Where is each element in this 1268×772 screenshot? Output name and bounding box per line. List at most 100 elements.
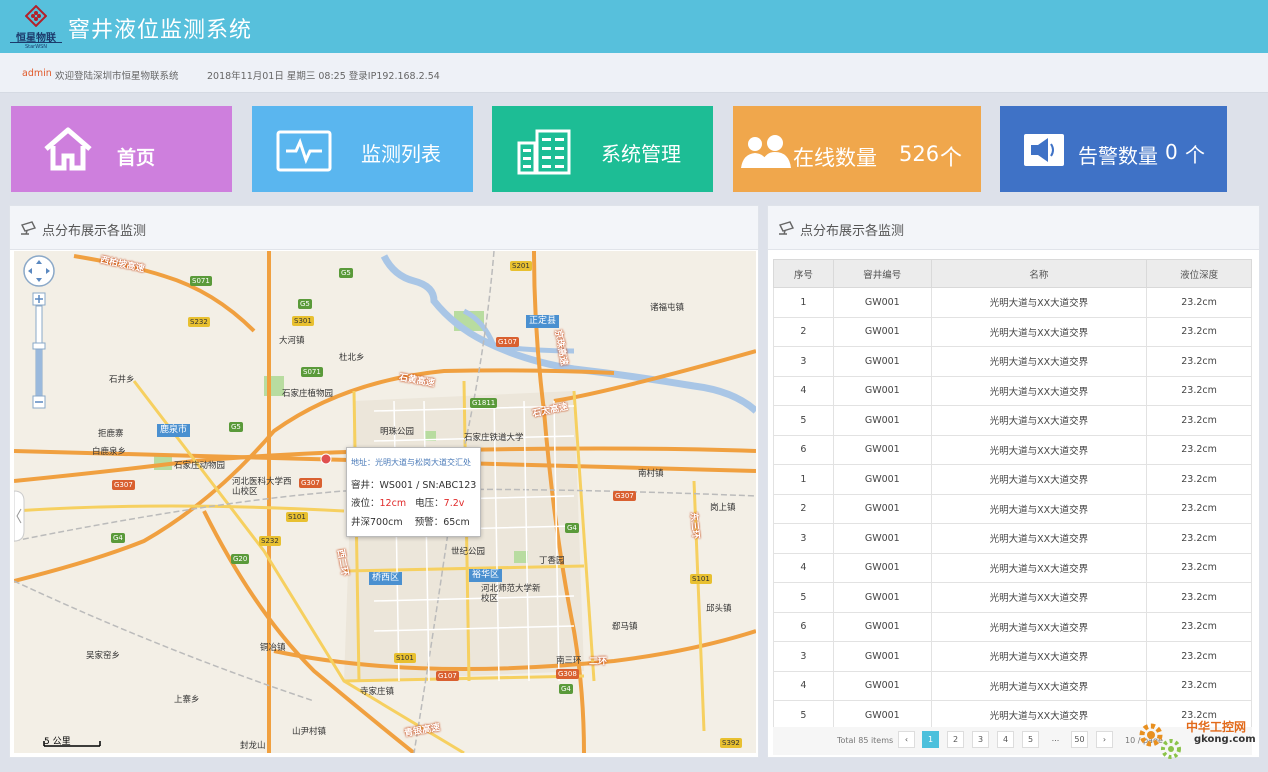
tile-online-count[interactable]: 在线数量 526 个 [733, 106, 981, 192]
road-shield: S301 [292, 316, 314, 326]
list-panel: 点分布展示各监测 序号 窨井编号 名称 液位深度 1 GW001 光明大道与XX大道… [767, 205, 1260, 758]
table-row[interactable]: 4 GW001 光明大道与XX大道交界 23.2cm [773, 375, 1252, 406]
app-header: 恒星物联 StarWSN 窨井液位监测系统 [0, 0, 1268, 53]
tile-monitor-list[interactable]: 监测列表 [252, 106, 473, 192]
road-shield: G107 [436, 671, 459, 681]
district-label: 正定县 [526, 315, 560, 328]
pagination-page-4[interactable]: 4 [997, 731, 1014, 748]
cell-index: 6 [773, 434, 834, 465]
table-row[interactable]: 3 GW001 光明大道与XX大道交界 23.2cm [773, 523, 1252, 554]
cell-name: 光明大道与XX大道交界 [930, 670, 1148, 701]
map-label: 石家庄植物园 [282, 389, 334, 399]
cell-level-depth: 23.2cm [1146, 582, 1252, 613]
cell-level-depth: 23.2cm [1146, 375, 1252, 406]
col-manhole-id[interactable]: 窨井编号 [832, 259, 932, 288]
pagination-page-2[interactable]: 2 [947, 731, 964, 748]
username[interactable]: admin [22, 68, 52, 79]
map-panel-title: 点分布展示各监测 [42, 224, 147, 239]
map-view[interactable]: 西柏坡高速 大河镇 杜北乡 石井乡 石家庄植物园 明珠公园 石家庄铁道大学 拒鹿… [14, 251, 756, 753]
tile-alarm-count[interactable]: 告警数量 0 个 [1000, 106, 1227, 192]
pagination-page-3[interactable]: 3 [972, 731, 989, 748]
road-label: 东三环 [687, 511, 701, 540]
pagination-page-5[interactable]: 5 [1022, 731, 1039, 748]
tile-home[interactable]: 首页 [11, 106, 232, 192]
cell-level-depth: 23.2cm [1146, 552, 1252, 583]
map-label: 石家庄动物园 [174, 461, 226, 471]
cell-manhole-id: GW001 [832, 405, 932, 436]
camera-icon [21, 221, 36, 235]
road-shield: S101 [394, 653, 416, 663]
cell-name: 光明大道与XX大道交界 [930, 375, 1148, 406]
cell-manhole-id: GW001 [832, 346, 932, 377]
map-label: 寺家庄镇 [360, 687, 395, 697]
list-panel-header: 点分布展示各监测 [768, 206, 1259, 250]
road-shield: S101 [690, 574, 712, 584]
cell-manhole-id: GW001 [832, 434, 932, 465]
map-label: 铜冶镇 [260, 643, 286, 653]
cell-level-depth: 23.2cm [1146, 346, 1252, 377]
cell-name: 光明大道与XX大道交界 [930, 464, 1148, 495]
cell-manhole-id: GW001 [832, 700, 932, 731]
pagination-prev[interactable]: ‹ [898, 731, 915, 748]
cell-manhole-id: GW001 [832, 316, 932, 347]
welcome-text: 欢迎登陆深圳市恒星物联系统 [55, 71, 179, 82]
table-row[interactable]: 3 GW001 光明大道与XX大道交界 23.2cm [773, 641, 1252, 672]
road-shield: S201 [510, 261, 532, 271]
cell-manhole-id: GW001 [832, 287, 932, 318]
cell-index: 5 [773, 582, 834, 613]
table-row[interactable]: 2 GW001 光明大道与XX大道交界 23.2cm [773, 316, 1252, 347]
cell-index: 6 [773, 611, 834, 642]
cell-index: 1 [773, 287, 834, 318]
cell-name: 光明大道与XX大道交界 [930, 493, 1148, 524]
alarm-count-value: 0 [1165, 140, 1178, 164]
tile-online-count-label: 在线数量 [793, 146, 877, 170]
login-info: 2018年11月01日 星期三 08:25 登录IP192.168.2.54 [207, 71, 440, 82]
cell-index: 3 [773, 346, 834, 377]
road-shield: G5 [339, 268, 353, 278]
road-shield: G4 [565, 523, 579, 533]
col-level-depth[interactable]: 液位深度 [1146, 259, 1252, 288]
manhole-table: 序号 窨井编号 名称 液位深度 1 GW001 光明大道与XX大道交界 23.2cm 2… [773, 259, 1252, 731]
map-label: 上寨乡 [174, 695, 200, 705]
table-row[interactable]: 6 GW001 光明大道与XX大道交界 23.2cm [773, 434, 1252, 465]
table-row[interactable]: 5 GW001 光明大道与XX大道交界 23.2cm [773, 405, 1252, 436]
tile-monitor-list-label: 监测列表 [361, 142, 441, 166]
table-row[interactable]: 3 GW001 光明大道与XX大道交界 23.2cm [773, 346, 1252, 377]
cell-manhole-id: GW001 [832, 464, 932, 495]
pagination-ellipsis: ... [1051, 734, 1060, 743]
map-label: 石家庄铁道大学 [464, 433, 524, 443]
cell-manhole-id: GW001 [832, 611, 932, 642]
cell-index: 4 [773, 670, 834, 701]
table-row[interactable]: 1 GW001 光明大道与XX大道交界 23.2cm [773, 287, 1252, 318]
pagination-next[interactable]: › [1096, 731, 1113, 748]
table-row[interactable]: 4 GW001 光明大道与XX大道交界 23.2cm [773, 670, 1252, 701]
road-shield: G307 [299, 478, 322, 488]
table-row[interactable]: 4 GW001 光明大道与XX大道交界 23.2cm [773, 552, 1252, 583]
road-shield: S101 [286, 512, 308, 522]
road-shield: G5 [229, 422, 243, 432]
map-label: 吴家窑乡 [86, 651, 121, 661]
cell-index: 3 [773, 641, 834, 672]
table-row[interactable]: 2 GW001 光明大道与XX大道交界 23.2cm [773, 493, 1252, 524]
map-label: 诸福屯镇 [650, 303, 685, 313]
tile-system-management[interactable]: 系统管理 [492, 106, 713, 192]
table-row[interactable]: 1 GW001 光明大道与XX大道交界 23.2cm [773, 464, 1252, 495]
cell-level-depth: 23.2cm [1146, 493, 1252, 524]
cell-manhole-id: GW001 [832, 641, 932, 672]
logo: 恒星物联 StarWSN [10, 3, 62, 51]
road-shield: G307 [112, 480, 135, 490]
table-row[interactable]: 5 GW001 光明大道与XX大道交界 23.2cm [773, 582, 1252, 613]
pagination-page-1[interactable]: 1 [922, 731, 939, 748]
cell-name: 光明大道与XX大道交界 [930, 434, 1148, 465]
watermark-url: gkong.com [1194, 734, 1256, 745]
col-name[interactable]: 名称 [930, 259, 1148, 288]
cell-level-depth: 23.2cm [1146, 464, 1252, 495]
pagination-total: Total 85 items [837, 736, 894, 745]
cell-level-depth: 23.2cm [1146, 641, 1252, 672]
map-label: 南村镇 [638, 469, 664, 479]
watermark-text: 中华工控网 [1186, 720, 1247, 734]
cell-manhole-id: GW001 [832, 582, 932, 613]
col-index[interactable]: 序号 [773, 259, 834, 288]
pagination-page-50[interactable]: 50 [1071, 731, 1088, 748]
table-row[interactable]: 6 GW001 光明大道与XX大道交界 23.2cm [773, 611, 1252, 642]
